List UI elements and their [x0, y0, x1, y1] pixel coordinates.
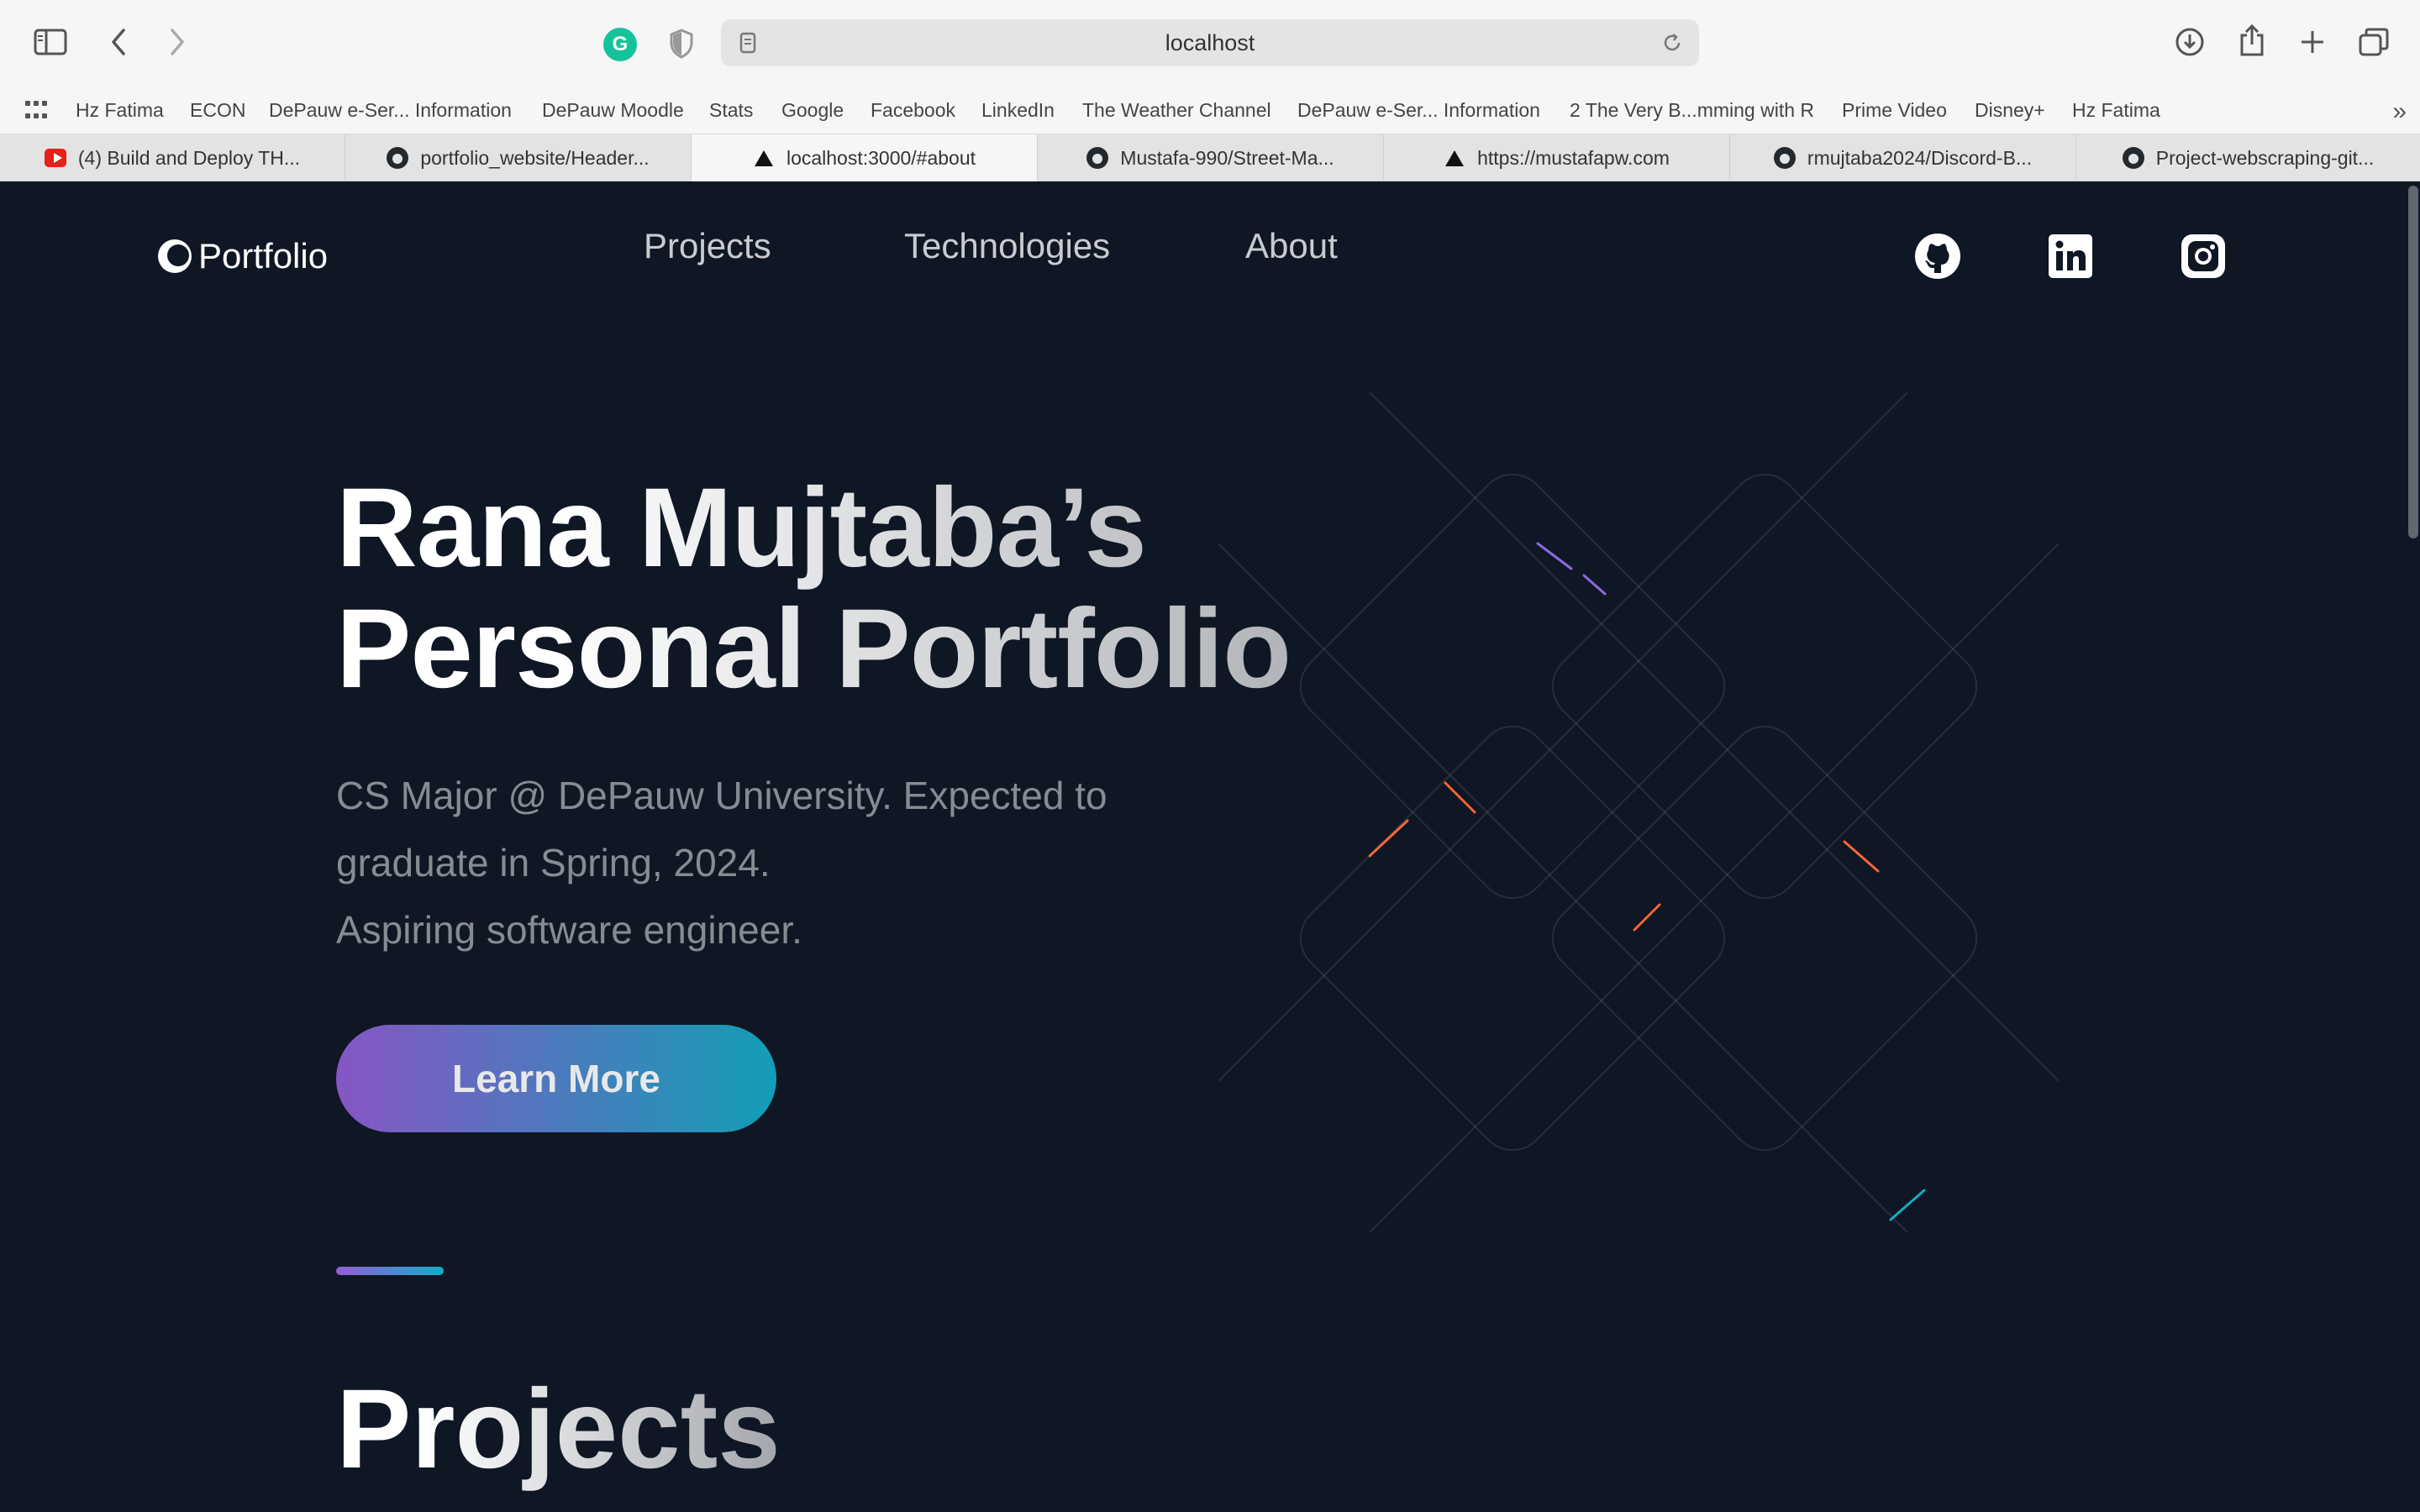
tab-label: Project-webscraping-git...	[2155, 147, 2375, 169]
section-divider	[336, 1267, 444, 1275]
more-bookmarks-chevron-icon[interactable]: »	[2392, 97, 2407, 126]
github-icon	[387, 147, 409, 169]
tab-label: localhost:3000/#about	[786, 147, 976, 169]
bookmark-item[interactable]: DePauw Moodle	[542, 86, 684, 134]
tab-github-portfolio[interactable]: portfolio_website/Header...	[345, 134, 692, 181]
bookmark-item[interactable]: Google	[781, 86, 844, 134]
downloads-icon[interactable]	[2173, 25, 2207, 59]
sidebar-toggle-icon[interactable]	[32, 25, 69, 59]
hero-title-line2: Personal Portfolio	[336, 586, 1292, 711]
tab-label: https://mustafapw.com	[1477, 147, 1670, 169]
hero-subtitle: CS Major @ DePauw University. Expected t…	[336, 762, 1277, 963]
bookmark-item[interactable]: DePauw e-Ser... Information	[1297, 86, 1540, 134]
github-icon	[1773, 147, 1796, 169]
bookmarks-bar: Hz Fatima ECON DePauw e-Ser... Informati…	[0, 86, 2420, 134]
back-icon[interactable]	[106, 25, 131, 59]
bookmark-item[interactable]: LinkedIn	[981, 86, 1055, 134]
vercel-icon	[753, 147, 775, 169]
nav-link-projects[interactable]: Projects	[644, 226, 771, 266]
tab-label: Mustafa-990/Street-Ma...	[1120, 147, 1334, 169]
bookmark-item[interactable]: Prime Video	[1842, 86, 1947, 134]
github-icon	[1086, 147, 1109, 169]
address-bar[interactable]: localhost	[721, 19, 1699, 66]
tab-label: portfolio_website/Header...	[420, 147, 650, 169]
bookmark-item[interactable]: Hz Fatima	[2072, 86, 2160, 134]
tab-mustafapw[interactable]: https://mustafapw.com	[1384, 134, 1730, 181]
tab-github-webscraping[interactable]: Project-webscraping-git...	[2076, 134, 2420, 181]
bookmark-item[interactable]: Stats	[709, 86, 753, 134]
privacy-shield-icon[interactable]	[666, 27, 697, 60]
bookmark-item[interactable]: Hz Fatima	[76, 86, 164, 134]
forward-icon[interactable]	[165, 25, 190, 59]
apps-grid-icon[interactable]	[25, 101, 47, 123]
tab-bar: (4) Build and Deploy TH... portfolio_web…	[0, 134, 2420, 181]
linkedin-icon[interactable]	[2047, 233, 2094, 280]
nav-link-technologies[interactable]: Technologies	[904, 226, 1110, 266]
address-text: localhost	[1165, 30, 1255, 55]
share-icon[interactable]	[2235, 22, 2269, 59]
nav-link-about[interactable]: About	[1245, 226, 1338, 266]
browser-toolbar: G localhost	[0, 0, 2420, 86]
learn-more-button[interactable]: Learn More	[336, 1025, 776, 1132]
hero-subtitle-line2: graduate in Spring, 2024.	[336, 841, 771, 885]
tab-youtube[interactable]: (4) Build and Deploy TH...	[0, 134, 345, 181]
tab-localhost-active[interactable]: localhost:3000/#about	[692, 134, 1038, 181]
github-icon[interactable]	[1914, 233, 1961, 280]
instagram-icon[interactable]	[2180, 233, 2227, 280]
bookmark-item[interactable]: ECON	[190, 86, 245, 134]
bookmark-item[interactable]: Disney+	[1975, 86, 2045, 134]
tab-github-street[interactable]: Mustafa-990/Street-Ma...	[1038, 134, 1384, 181]
tab-github-discord[interactable]: rmujtaba2024/Discord-B...	[1730, 134, 2076, 181]
reload-icon[interactable]	[1660, 31, 1684, 55]
page-content: Portfolio Projects Technologies About Ra…	[0, 182, 2420, 1512]
bookmark-item[interactable]: The Weather Channel	[1082, 86, 1271, 134]
logo-icon	[158, 239, 192, 273]
hero-title-line1: Rana Mujtaba’s	[336, 465, 1146, 591]
hero-subtitle-line3: Aspiring software engineer.	[336, 908, 802, 952]
youtube-icon	[44, 147, 66, 169]
tab-overview-icon[interactable]	[2356, 25, 2391, 59]
projects-section-title: Projects	[336, 1367, 781, 1492]
grammarly-extension-icon[interactable]: G	[603, 28, 637, 61]
github-icon	[2122, 147, 2144, 169]
vercel-icon	[1444, 147, 1465, 169]
hero-subtitle-line1: CS Major @ DePauw University. Expected t…	[336, 774, 1107, 817]
bookmark-item[interactable]: Facebook	[871, 86, 955, 134]
site-logo[interactable]: Portfolio	[158, 236, 328, 276]
bookmark-item[interactable]: DePauw e-Ser... Information	[269, 86, 512, 134]
tab-label: rmujtaba2024/Discord-B...	[1807, 147, 2033, 169]
hero-title: Rana Mujtaba’s Personal Portfolio	[336, 468, 1428, 710]
bookmark-item[interactable]: 2 The Very B...mming with R	[1570, 86, 1814, 134]
logo-text: Portfolio	[198, 236, 329, 276]
page-scrollbar[interactable]	[2408, 186, 2418, 538]
new-tab-icon[interactable]	[2296, 25, 2329, 59]
tab-label: (4) Build and Deploy TH...	[77, 147, 301, 169]
